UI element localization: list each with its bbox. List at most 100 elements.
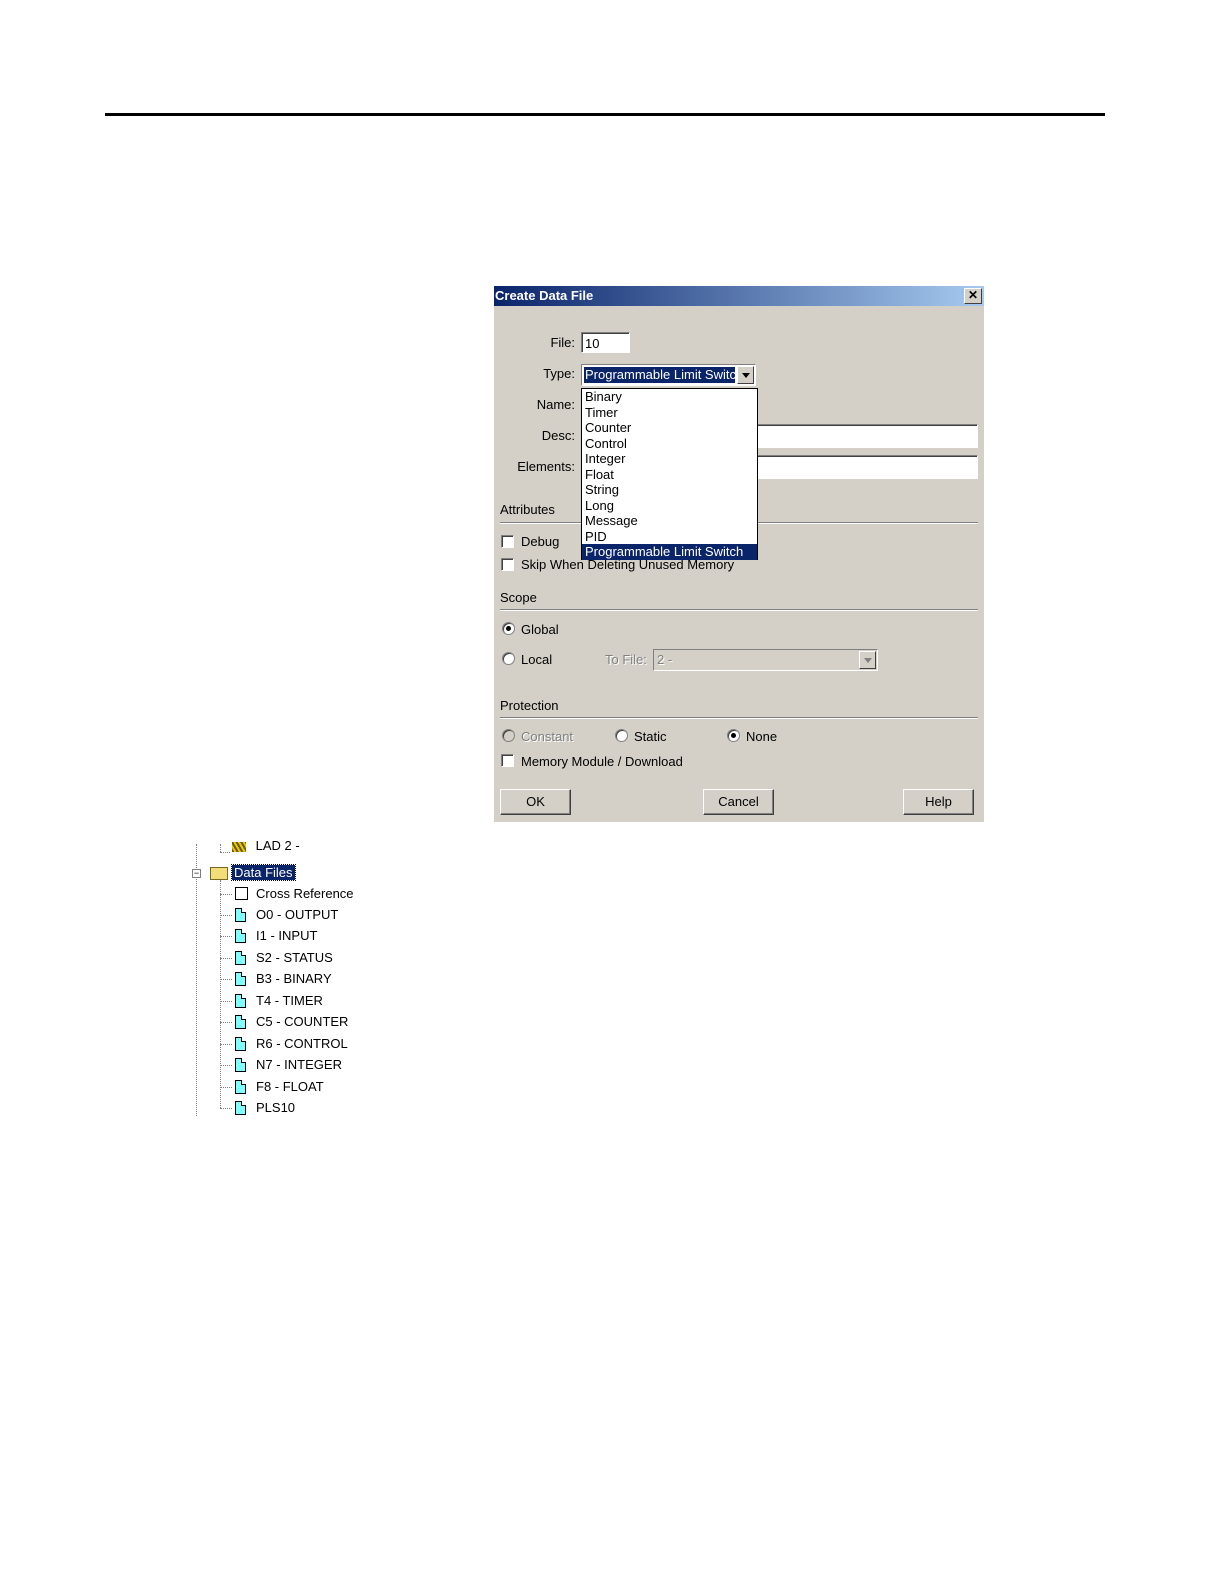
data-file-icon [235, 1080, 246, 1094]
tree-connector [220, 852, 230, 853]
tree-connector [220, 1001, 232, 1002]
protection-group-label: Protection [500, 698, 559, 713]
tree-connector [220, 1022, 232, 1023]
tree-connector [220, 894, 232, 895]
help-button[interactable]: Help [903, 789, 974, 815]
tree-connector [220, 1044, 232, 1045]
local-label: Local [521, 652, 553, 667]
file-number-input[interactable]: 10 [581, 332, 630, 353]
debug-label: Debug [521, 534, 560, 549]
to-file-dropdown-button[interactable] [859, 651, 876, 669]
tree-item-control[interactable]: R6 - CONTROL [256, 1035, 348, 1053]
type-option-pid[interactable]: PID [582, 529, 757, 545]
constant-label: Constant [521, 729, 574, 744]
data-file-icon [235, 1101, 246, 1115]
to-file-label: To File: [605, 652, 647, 667]
static-label: Static [634, 729, 667, 744]
cancel-button[interactable]: Cancel [703, 789, 774, 815]
memory-module-checkbox[interactable] [501, 754, 514, 767]
tree-item-label: LAD 2 - [255, 838, 300, 853]
create-data-file-dialog: Create Data File ✕ File: 10 Type: Progra… [494, 286, 984, 822]
global-radio[interactable] [502, 622, 515, 635]
local-radio[interactable] [502, 652, 515, 665]
collapse-icon[interactable]: − [192, 869, 201, 878]
static-radio[interactable] [615, 729, 628, 742]
tree-item-cross-reference[interactable]: Cross Reference [256, 885, 354, 903]
memory-module-label: Memory Module / Download [521, 754, 683, 769]
file-label: File: [550, 335, 575, 350]
data-file-icon [235, 929, 246, 943]
ok-button[interactable]: OK [500, 789, 571, 815]
folder-open-icon [210, 867, 228, 880]
type-option-timer[interactable]: Timer [582, 405, 757, 421]
type-option-control[interactable]: Control [582, 436, 757, 452]
type-option-integer[interactable]: Integer [582, 451, 757, 467]
tree-folder-label: Data Files [231, 864, 296, 881]
tree-connector [220, 936, 232, 937]
radio-selected-dot [506, 626, 511, 631]
to-file-dropdown[interactable]: 2 - [653, 649, 878, 671]
cross-reference-icon [235, 887, 248, 900]
desc-label: Desc: [541, 428, 575, 443]
data-file-icon [235, 1037, 246, 1051]
data-file-icon [235, 994, 246, 1008]
protection-divider [500, 717, 978, 719]
chevron-down-icon [864, 658, 872, 663]
tree-connector [220, 844, 221, 852]
tree-item-input[interactable]: I1 - INPUT [256, 927, 317, 945]
tree-connector [220, 958, 232, 959]
tree-item-status[interactable]: S2 - STATUS [256, 949, 333, 967]
type-option-message[interactable]: Message [582, 513, 757, 529]
type-option-binary[interactable]: Binary [582, 389, 757, 405]
ladder-icon [232, 841, 246, 852]
type-option-float[interactable]: Float [582, 467, 757, 483]
tree-item-lad2[interactable]: LAD 2 - [232, 837, 300, 855]
tree-connector [220, 1108, 232, 1109]
desc-input[interactable] [756, 424, 978, 448]
tree-item-output[interactable]: O0 - OUTPUT [256, 906, 338, 924]
tree-item-timer[interactable]: T4 - TIMER [256, 992, 323, 1010]
elements-input[interactable] [756, 455, 978, 479]
project-tree: LAD 2 - − Data Files Cross Reference O0 … [186, 838, 446, 1124]
close-icon[interactable]: ✕ [964, 288, 982, 304]
data-file-icon [235, 951, 246, 965]
tree-connector [196, 844, 197, 1116]
type-option-string[interactable]: String [582, 482, 757, 498]
type-option-programmable-limit-switch[interactable]: Programmable Limit Switch [582, 544, 757, 560]
dialog-title: Create Data File [495, 288, 594, 303]
constant-radio[interactable] [502, 729, 515, 742]
data-file-icon [235, 972, 246, 986]
dialog-titlebar[interactable]: Create Data File ✕ [494, 286, 984, 306]
tree-folder-data-files[interactable]: Data Files [231, 864, 296, 882]
to-file-value: 2 - [657, 652, 673, 667]
attributes-group-label: Attributes [500, 502, 555, 517]
chevron-down-icon [742, 373, 750, 378]
tree-connector [220, 915, 232, 916]
tree-item-pls10[interactable]: PLS10 [256, 1099, 295, 1117]
tree-item-float[interactable]: F8 - FLOAT [256, 1078, 324, 1096]
global-label: Global [521, 622, 559, 637]
tree-item-integer[interactable]: N7 - INTEGER [256, 1056, 342, 1074]
tree-connector [220, 1087, 232, 1088]
name-label: Name: [536, 397, 575, 412]
type-dropdown[interactable]: Programmable Limit Switch [581, 364, 756, 386]
data-file-icon [235, 908, 246, 922]
debug-checkbox[interactable] [501, 535, 514, 548]
radio-selected-dot [731, 733, 736, 738]
type-dropdown-list[interactable]: Binary Timer Counter Control Integer Flo… [581, 388, 758, 560]
type-option-long[interactable]: Long [582, 498, 757, 514]
scope-group-label: Scope [500, 590, 537, 605]
type-selected-value: Programmable Limit Switch [583, 366, 736, 384]
type-dropdown-button[interactable] [737, 366, 754, 384]
tree-connector [220, 979, 232, 980]
none-radio[interactable] [727, 729, 740, 742]
tree-connector [220, 1065, 232, 1066]
none-label: None [746, 729, 778, 744]
data-file-icon [235, 1058, 246, 1072]
page-header-rule [105, 113, 1105, 116]
skip-unused-memory-checkbox[interactable] [501, 558, 514, 571]
tree-item-counter[interactable]: C5 - COUNTER [256, 1013, 348, 1031]
type-label: Type: [543, 366, 575, 381]
tree-item-binary[interactable]: B3 - BINARY [256, 970, 332, 988]
type-option-counter[interactable]: Counter [582, 420, 757, 436]
